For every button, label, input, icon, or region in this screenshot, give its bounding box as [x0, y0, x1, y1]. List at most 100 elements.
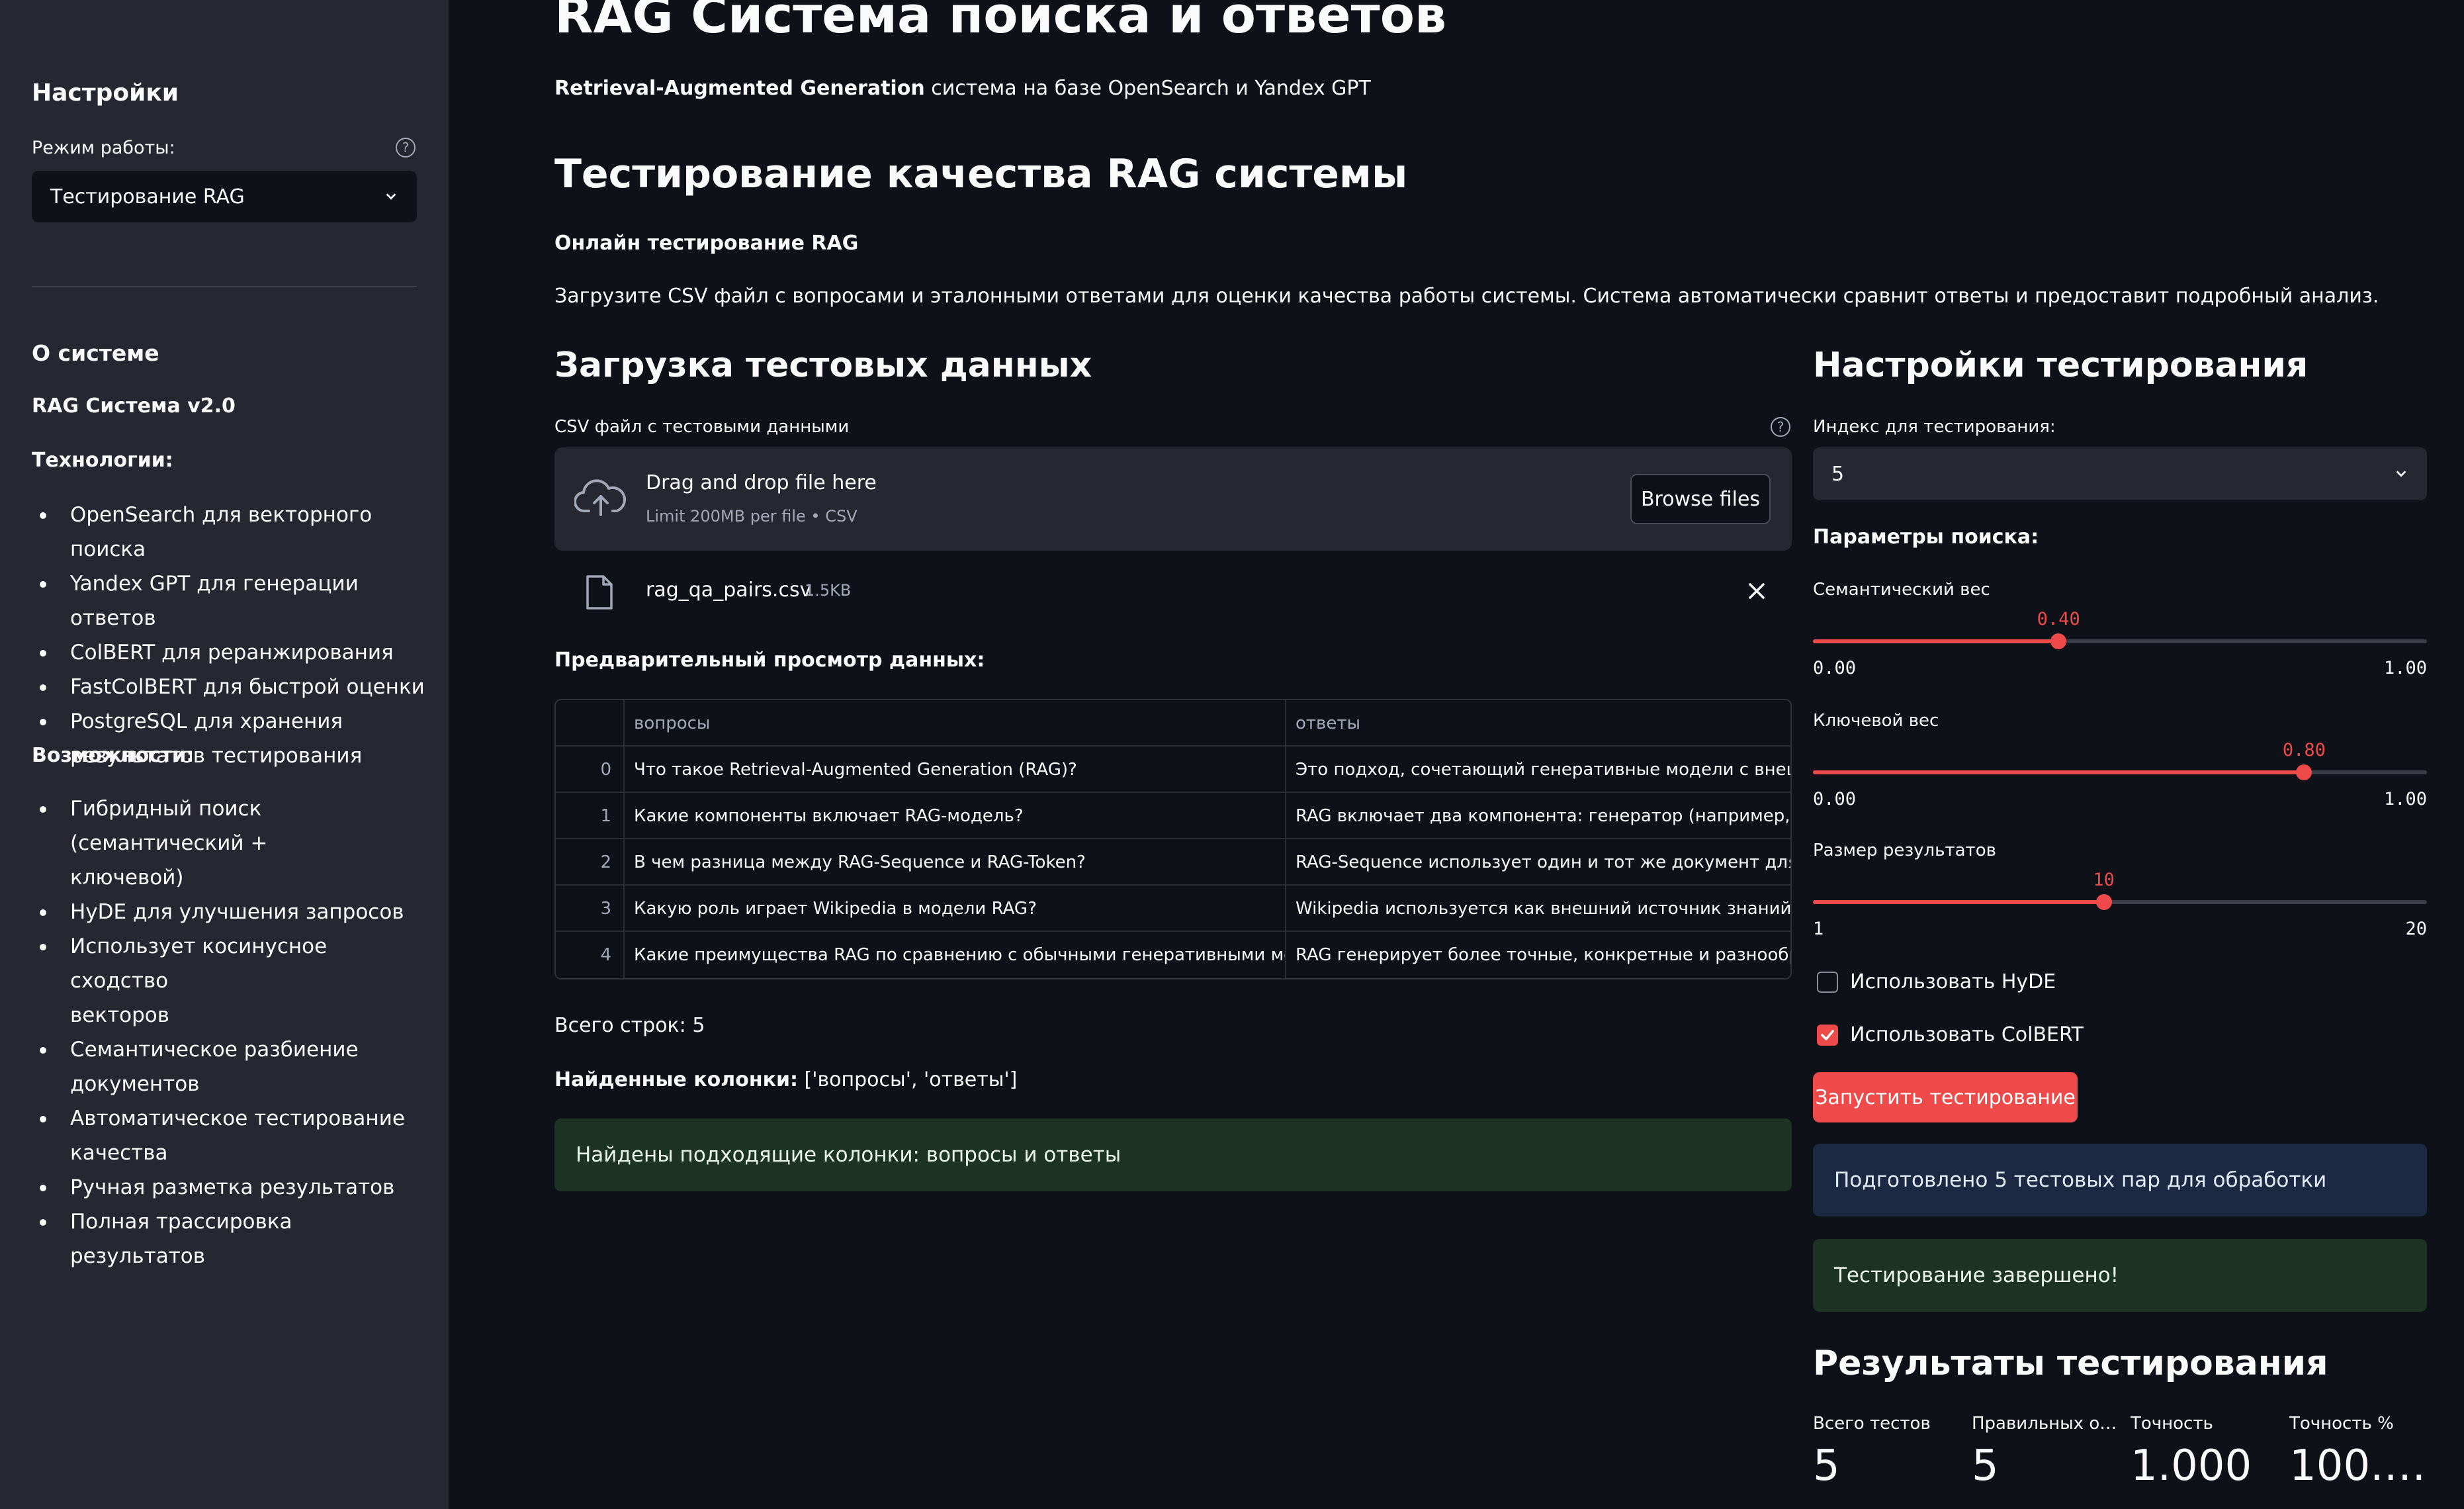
close-icon[interactable]: [1747, 581, 1767, 601]
columns-success-alert: Найдены подходящие колонки: вопросы и от…: [554, 1119, 1792, 1191]
table-row[interactable]: 2 В чем разница между RAG-Sequence и RAG-…: [556, 839, 1790, 886]
row-index: 4: [600, 945, 611, 965]
metric-label: Точность %: [2289, 1414, 2394, 1434]
mode-select[interactable]: Тестирование RAG: [32, 171, 417, 222]
bullet: [40, 1185, 46, 1191]
list-item-label: Использует косинусное сходство: [70, 935, 328, 993]
slider-track[interactable]: [1813, 633, 2427, 649]
table-column-header[interactable]: вопросы: [625, 700, 1286, 747]
slider-min: 0.00: [1813, 789, 1857, 809]
testing-done-alert: Тестирование завершено!: [1813, 1239, 2427, 1312]
index-select[interactable]: 5: [1813, 447, 2427, 500]
list-item-label: Yandex GPT для генерации ответов: [70, 572, 359, 630]
question-cell[interactable]: Какие преимущества RAG по сравнению с об…: [625, 932, 1286, 978]
features-list: Гибридный поиск (семантический + ключевой…: [32, 792, 429, 1273]
answer-cell[interactable]: RAG-Sequence использует один и тот же до…: [1286, 839, 1790, 886]
table-row[interactable]: 0 Что такое Retrieval-Augmented Generatio…: [556, 747, 1790, 793]
table-divider: [1285, 700, 1286, 978]
tech-title: Технологии:: [32, 449, 173, 472]
answer-cell[interactable]: RAG включает два компонента: генератор (…: [1286, 793, 1790, 839]
answer-cell[interactable]: Это подход, сочетающий генеративные моде…: [1286, 747, 1790, 793]
list-item-label: HyDE для улучшения запросов: [70, 900, 404, 924]
slider-thumb[interactable]: [2296, 764, 2312, 780]
slider-max: 1.00: [2383, 789, 2427, 809]
list-item: Полная трассировка результатов: [32, 1205, 429, 1273]
metric-value: 1.000: [2131, 1441, 2252, 1490]
bullet: [40, 944, 46, 950]
browse-files-button[interactable]: Browse files: [1630, 474, 1771, 524]
table-divider: [623, 700, 625, 978]
file-dropzone[interactable]: Drag and drop file here Limit 200MB per …: [554, 447, 1792, 551]
list-item-label: векторов: [70, 1003, 170, 1027]
table-row[interactable]: 3 Какую роль играет Wikipedia в модели RA…: [556, 886, 1790, 932]
question-cell[interactable]: Какие компоненты включает RAG-модель?: [625, 793, 1286, 839]
mode-label: Режим работы:: [32, 138, 175, 158]
colbert-label: Использовать ColBERT: [1850, 1023, 2084, 1046]
mode-select-value: Тестирование RAG: [50, 185, 245, 208]
run-testing-button[interactable]: Запустить тестирование: [1813, 1072, 2078, 1122]
description-text: Загрузите CSV файл с вопросами и эталонн…: [554, 285, 2379, 308]
found-columns-label: Найденные колонки:: [554, 1068, 798, 1091]
file-icon: [586, 575, 613, 610]
slider-max: 20: [2405, 919, 2427, 939]
colbert-checkbox[interactable]: [1817, 1025, 1838, 1046]
upload-title: Загрузка тестовых данных: [554, 345, 1092, 385]
question-cell[interactable]: Что такое Retrieval-Augmented Generation…: [625, 747, 1286, 793]
slider-label: Ключевой вес: [1813, 711, 1939, 731]
help-icon[interactable]: ?: [396, 138, 416, 158]
upload-limit-text: Limit 200MB per file • CSV: [646, 507, 858, 526]
table-row[interactable]: 1 Какие компоненты включает RAG-модель? RA…: [556, 793, 1790, 839]
list-item-label: PostgreSQL для хранения: [70, 709, 343, 733]
metric-value: 5: [1972, 1441, 1999, 1490]
list-item: OpenSearch для векторного поиска: [32, 498, 429, 567]
bullet: [40, 650, 46, 657]
row-index: 1: [600, 806, 611, 826]
cloud-upload-icon: [574, 479, 626, 516]
table-row[interactable]: 4 Какие преимущества RAG по сравнению с о…: [556, 932, 1790, 978]
features-title: Возможности:: [32, 744, 195, 767]
list-item: Ручная разметка результатов: [32, 1170, 429, 1205]
bullet: [40, 1219, 46, 1226]
index-label: Индекс для тестирования:: [1813, 417, 2056, 437]
preview-title: Предварительный просмотр данных:: [554, 649, 985, 672]
list-item: Yandex GPT для генерации ответов: [32, 567, 429, 635]
slider-track[interactable]: [1813, 764, 2427, 780]
slider-thumb[interactable]: [2095, 894, 2112, 910]
results-title: Результаты тестирования: [1813, 1344, 2328, 1383]
list-item-label: Автоматическое тестирование: [70, 1107, 405, 1130]
question-cell[interactable]: Какую роль играет Wikipedia в модели RAG…: [625, 886, 1286, 932]
list-item: Гибридный поиск (семантический + ключевой…: [32, 792, 429, 895]
list-item: Семантическое разбиение документов: [32, 1032, 429, 1101]
bullet: [40, 1047, 46, 1054]
help-icon[interactable]: ?: [1771, 417, 1790, 437]
answer-cell[interactable]: RAG генерирует более точные, конкретные …: [1286, 932, 1790, 978]
slider-min: 1: [1813, 919, 1824, 939]
csv-label: CSV файл с тестовыми данными: [554, 417, 850, 437]
slider-label: Семантический вес: [1813, 580, 1990, 600]
bullet: [40, 806, 46, 813]
row-index: 3: [600, 899, 611, 919]
answer-cell[interactable]: Wikipedia используется как внешний источ…: [1286, 886, 1790, 932]
metric-value: 100.0%: [2289, 1441, 2435, 1490]
bullet: [40, 581, 46, 588]
list-item: Автоматическое тестирование качества: [32, 1101, 429, 1170]
table-column-header[interactable]: ответы: [1286, 700, 1790, 747]
list-item: FastColBERT для быстрой оценки: [32, 670, 429, 704]
search-params-title: Параметры поиска:: [1813, 526, 2039, 549]
slider-fill: [1813, 770, 2305, 774]
slider-value: 10: [2093, 870, 2115, 890]
bullet: [40, 1116, 46, 1122]
uploaded-file-size: 1.5KB: [805, 581, 852, 600]
slider-thumb[interactable]: [2050, 633, 2067, 649]
preview-table[interactable]: вопросы ответы 0 Что такое Retrieval-Augm…: [554, 699, 1792, 980]
hyde-checkbox[interactable]: [1817, 972, 1838, 993]
index-select-value: 5: [1831, 462, 1845, 486]
bullet: [40, 719, 46, 725]
list-item-label: OpenSearch для векторного поиска: [70, 503, 373, 561]
total-rows-text: Всего строк: 5: [554, 1014, 705, 1037]
question-cell[interactable]: В чем разница между RAG-Sequence и RAG-T…: [625, 839, 1286, 886]
slider-track[interactable]: [1813, 894, 2427, 910]
table-header-row: вопросы ответы: [556, 700, 1790, 747]
about-title: О системе: [32, 340, 159, 366]
list-item-label: качества: [70, 1141, 168, 1165]
